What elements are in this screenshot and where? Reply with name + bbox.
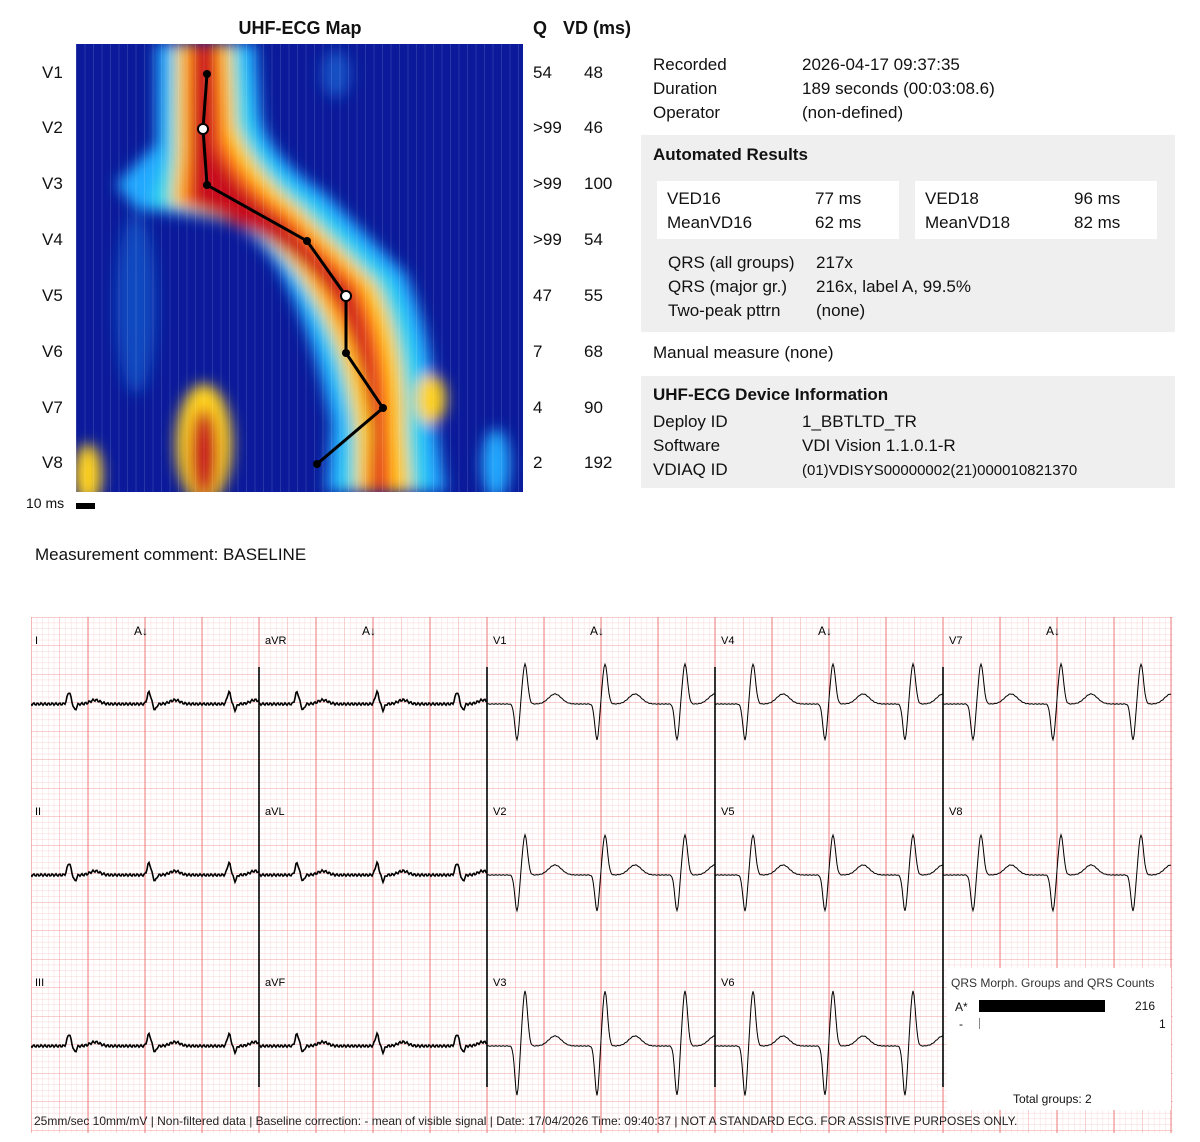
ved18-value: 96 ms: [1074, 189, 1121, 208]
ecg-lead-label-v4: V4: [721, 635, 734, 647]
recorded-label: Recorded: [653, 55, 727, 74]
device-info-title: UHF-ECG Device Information: [653, 385, 889, 404]
software-value: VDI Vision 1.1.0.1-R: [802, 436, 956, 455]
ecg-lead-label-iii: III: [35, 977, 44, 989]
ecg-lead-label-v5: V5: [721, 806, 734, 818]
duration-value: 189 seconds (00:03:08.6): [802, 79, 995, 98]
recorded-value: 2026-04-17 09:37:35: [802, 55, 960, 74]
beat-marker: A↓: [1046, 624, 1060, 638]
ecg-lead-label-avf: aVF: [265, 977, 285, 989]
ved18-box: VED18 96 ms MeanVD18 82 ms: [915, 181, 1157, 239]
qrs-groups-title: QRS Morph. Groups and QRS Counts: [951, 976, 1155, 990]
lead-label-v5: V5: [42, 286, 63, 305]
lead-label-v8: V8: [42, 453, 63, 472]
ecg-lead-label-v3: V3: [493, 977, 506, 989]
group-a-label: A*: [955, 1000, 968, 1014]
q-header: Q: [533, 18, 548, 38]
vd-value-v1: 48: [584, 63, 603, 82]
two-peak-value: (none): [816, 301, 866, 320]
q-value-v6: 7: [533, 342, 543, 361]
scale-label: 10 ms: [26, 495, 65, 511]
group-a-count: 216: [1135, 999, 1156, 1013]
ved16-label: VED16: [667, 189, 721, 208]
meanvd18-value: 82 ms: [1074, 213, 1121, 232]
qrs-all-value: 217x: [816, 253, 853, 272]
qrs-major-label: QRS (major gr.): [668, 277, 788, 296]
vd-value-v3: 100: [584, 174, 613, 193]
qrs-all-label: QRS (all groups): [668, 253, 795, 272]
ecg-lead-label-avl: aVL: [265, 806, 285, 818]
beat-marker: A↓: [818, 624, 832, 638]
lead-label-v7: V7: [42, 398, 63, 417]
ecg-footer: 25mm/sec 10mm/mV | Non-filtered data | B…: [34, 1114, 1018, 1128]
qrs-groups-box: QRS Morph. Groups and QRS Counts A* 216 …: [947, 968, 1171, 1110]
vd-header: VD (ms): [563, 18, 632, 38]
software-label: Software: [653, 436, 721, 455]
operator-value: (non-defined): [802, 103, 904, 122]
automated-results-title: Automated Results: [653, 145, 808, 164]
vdiaq-id-label: VDIAQ ID: [653, 460, 728, 479]
automated-results-panel: Automated Results VED16 77 ms MeanVD16 6…: [641, 135, 1175, 332]
beat-marker: A↓: [362, 624, 376, 638]
ecg-lead-label-v1: V1: [493, 635, 506, 647]
operator-label: Operator: [653, 103, 721, 122]
vd-value-v5: 55: [584, 286, 603, 305]
beat-marker: A↓: [590, 624, 604, 638]
total-groups: Total groups: 2: [1013, 1092, 1092, 1106]
measurement-comment: Measurement comment: BASELINE: [35, 545, 307, 564]
lead-label-v3: V3: [42, 174, 63, 193]
uhf-ecg-heatmap[interactable]: [76, 44, 523, 492]
vd-value-v8: 192: [584, 453, 613, 472]
ecg-lead-label-v6: V6: [721, 977, 734, 989]
vd-value-v6: 68: [584, 342, 603, 361]
group-b-count: 1: [1159, 1017, 1166, 1031]
deploy-id-value: 1_BBTLTD_TR: [802, 412, 917, 431]
ecg-lead-label-v2: V2: [493, 806, 506, 818]
device-info-panel: UHF-ECG Device Information Deploy ID 1_B…: [641, 376, 1175, 488]
ved18-label: VED18: [925, 189, 979, 208]
meanvd18-label: MeanVD18: [925, 213, 1011, 232]
ved16-box: VED16 77 ms MeanVD16 62 ms: [657, 181, 899, 239]
map-title: UHF-ECG Map: [238, 18, 362, 38]
vd-value-v7: 90: [584, 398, 603, 417]
deploy-id-label: Deploy ID: [653, 412, 728, 431]
q-value-v5: 47: [533, 286, 552, 305]
group-b-bar: [979, 1018, 980, 1029]
vd-value-v4: 54: [584, 230, 603, 249]
vd-value-v2: 46: [584, 118, 603, 137]
q-value-v4: >99: [533, 230, 562, 249]
scale-bar: [76, 503, 95, 509]
q-value-v3: >99: [533, 174, 562, 193]
lead-label-v4: V4: [42, 230, 63, 249]
ecg-lead-label-ii: II: [35, 806, 41, 818]
lead-label-v2: V2: [42, 118, 63, 137]
group-a-bar: [979, 1000, 1105, 1012]
manual-measure: Manual measure (none): [653, 343, 834, 362]
qrs-major-value: 216x, label A, 99.5%: [816, 277, 972, 296]
q-value-v2: >99: [533, 118, 562, 137]
lead-label-v6: V6: [42, 342, 63, 361]
vdiaq-id-value: (01)VDISYS00000002(21)000010821370: [802, 462, 1078, 479]
ecg-lead-label-avr: aVR: [265, 635, 286, 647]
ecg-lead-label-v8: V8: [949, 806, 962, 818]
duration-label: Duration: [653, 79, 718, 98]
meanvd16-label: MeanVD16: [667, 213, 753, 232]
ecg-lead-label-v7: V7: [949, 635, 962, 647]
meanvd16-value: 62 ms: [815, 213, 862, 232]
group-b-label: -: [959, 1017, 963, 1031]
beat-marker: A↓: [134, 624, 148, 638]
lead-label-v1: V1: [42, 63, 63, 82]
two-peak-label: Two-peak pttrn: [668, 301, 781, 320]
q-value-v8: 2: [533, 453, 543, 472]
q-value-v7: 4: [533, 398, 543, 417]
q-value-v1: 54: [533, 63, 552, 82]
ecg-lead-label-i: I: [35, 635, 38, 647]
ved16-value: 77 ms: [815, 189, 862, 208]
